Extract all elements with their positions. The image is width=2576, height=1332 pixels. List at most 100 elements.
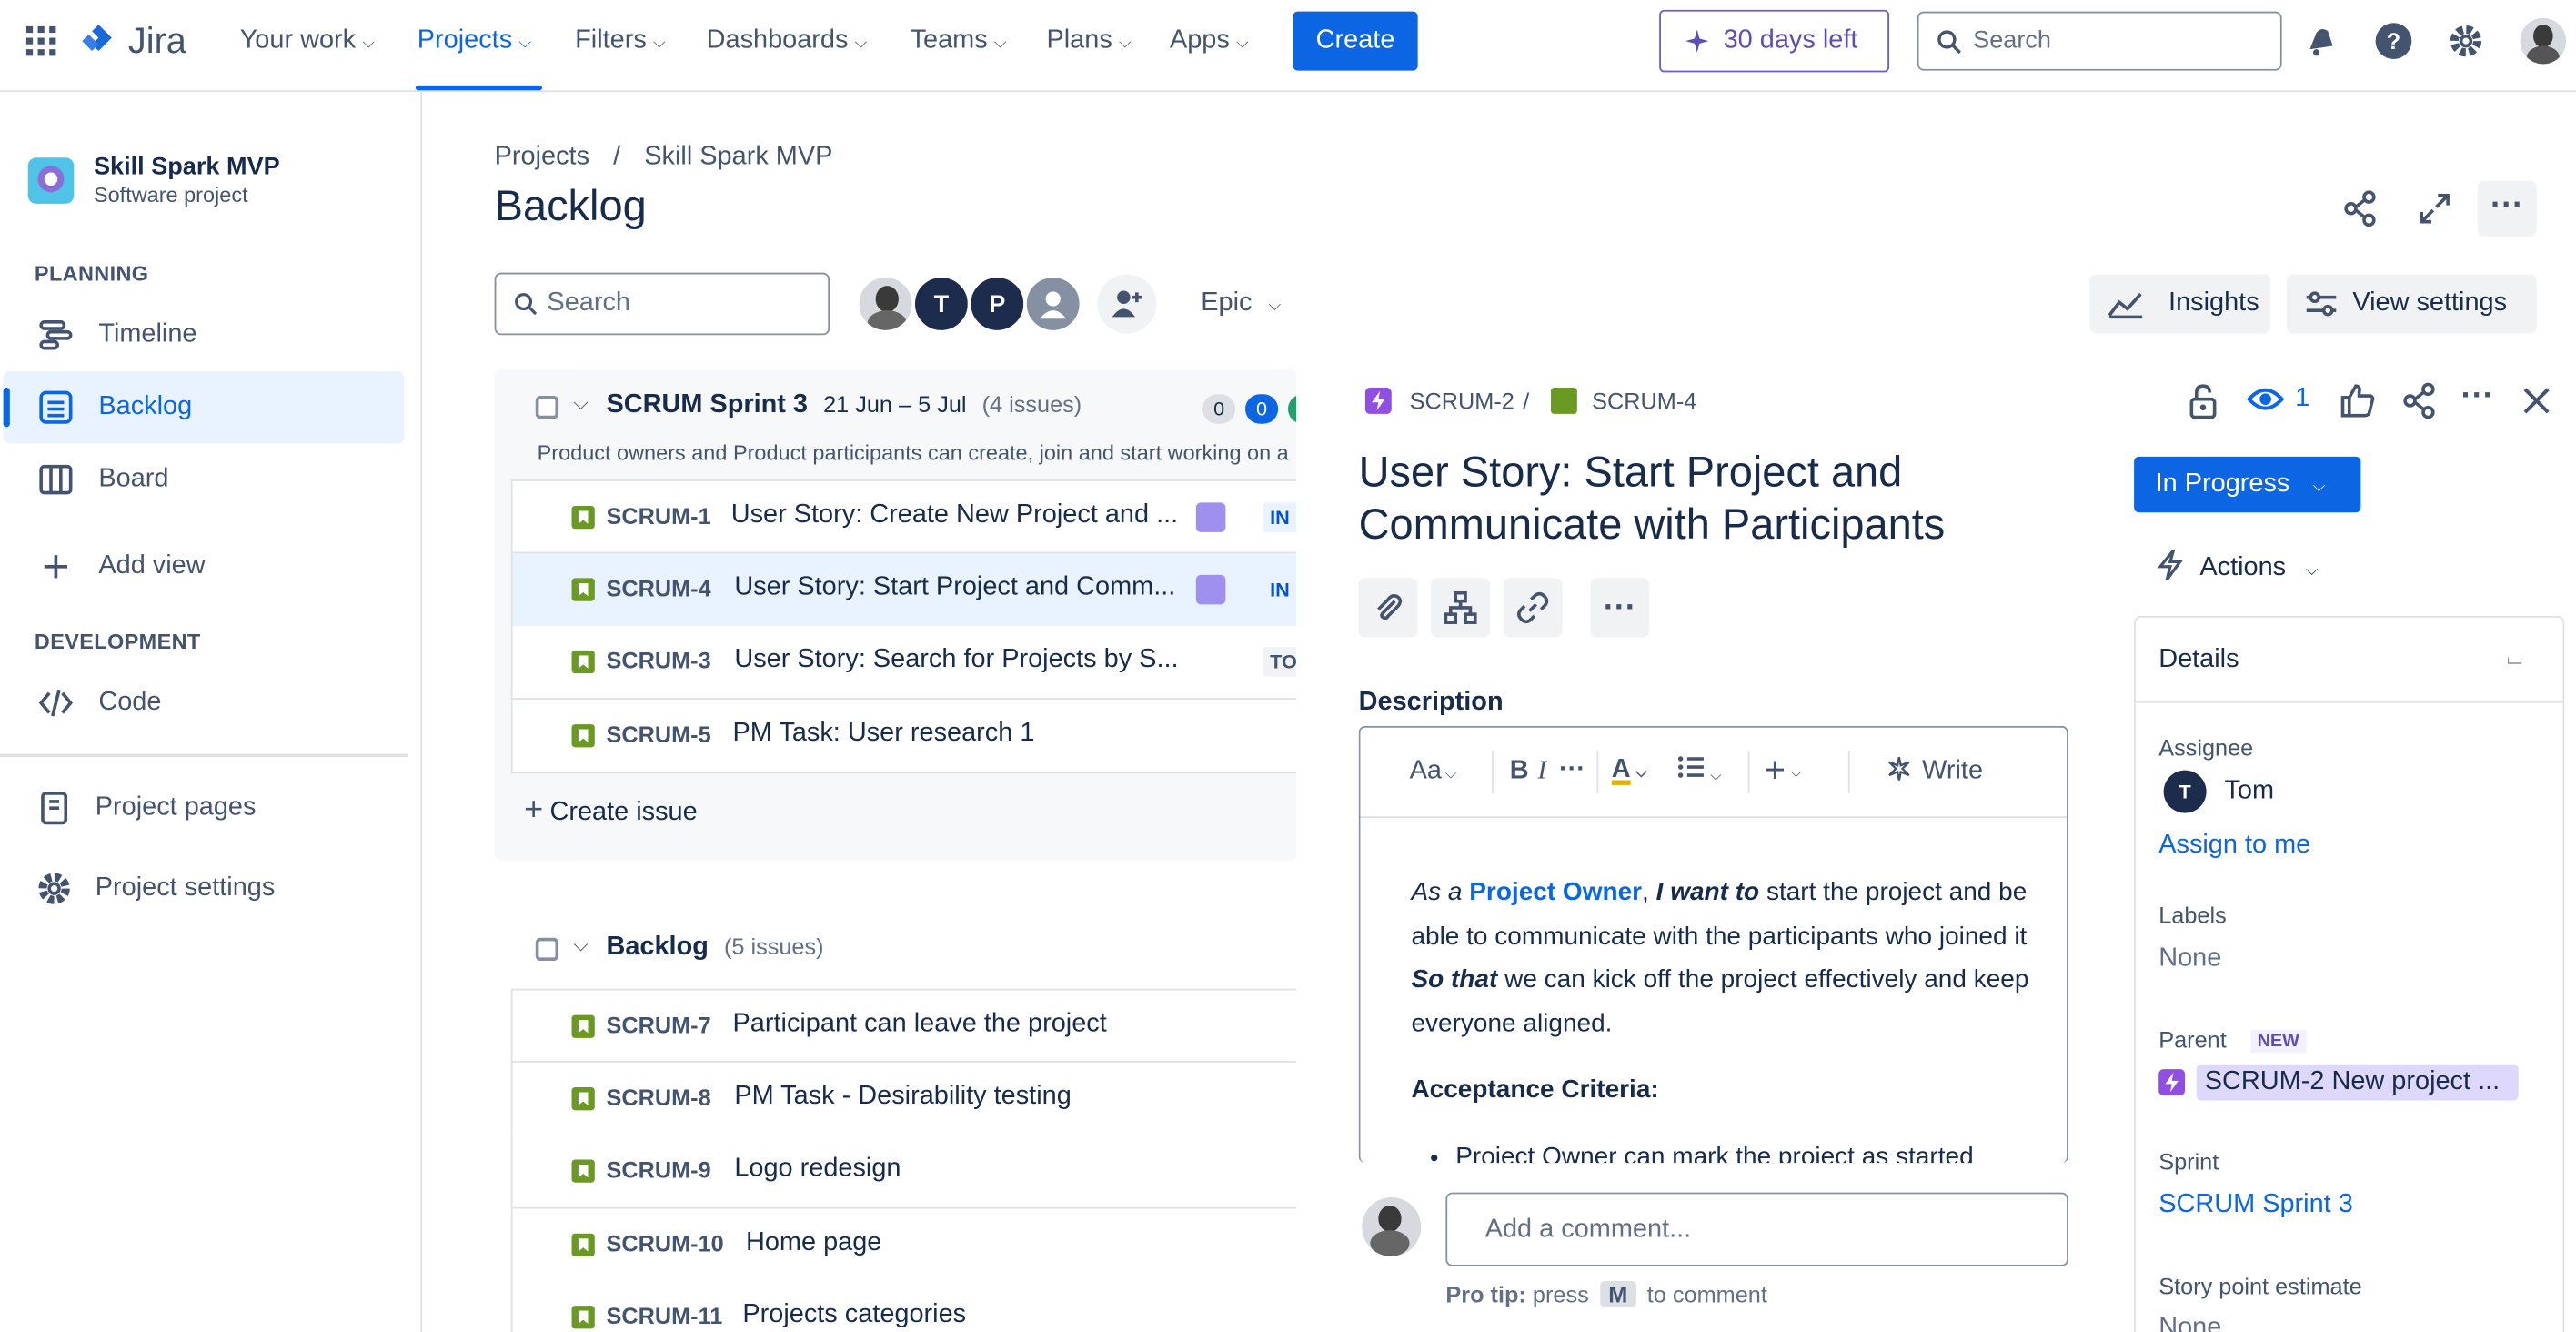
issue-key[interactable]: SCRUM-7 <box>606 1012 710 1038</box>
table-row[interactable]: SCRUM-8 PM Task - Desirability testing <box>510 1062 1316 1137</box>
nav-your-work[interactable]: Your work ⌵ <box>240 0 375 82</box>
avatar-user-photo[interactable] <box>855 274 915 334</box>
write-ai-button[interactable]: Write <box>1886 755 1983 786</box>
epic-filter[interactable]: Epic ⌵ <box>1201 289 1281 318</box>
labels-value[interactable]: None <box>2158 944 2221 974</box>
trial-button[interactable]: 30 days left <box>1659 9 1890 73</box>
issue-key[interactable]: SCRUM-9 <box>606 1156 710 1183</box>
chevron-down-icon[interactable]: ⌵ <box>573 933 588 957</box>
story-points-value[interactable]: None <box>2158 1314 2221 1332</box>
parent-issue-key[interactable]: SCRUM-2 <box>1410 388 1514 414</box>
avatar-p[interactable]: P <box>967 274 1027 334</box>
watch-button[interactable]: 1 <box>2246 381 2309 418</box>
table-row[interactable]: SCRUM-11 Projects categories <box>510 1281 1316 1332</box>
sidebar-item-timeline[interactable]: Timeline <box>4 299 405 371</box>
assignee-value[interactable]: Tom <box>2224 777 2274 806</box>
search-icon <box>515 293 538 316</box>
actions-button[interactable]: Actions ⌵ <box>2157 549 2319 583</box>
nav-dashboards[interactable]: Dashboards ⌵ <box>707 0 868 82</box>
table-row[interactable]: SCRUM-5 PM Task: User research 1 <box>510 700 1316 774</box>
child-issue-button[interactable] <box>1431 578 1491 638</box>
description-editor[interactable]: Aa ⌵ B I ··· A ⌵ ⌵ + ⌵ Write As a Project O… <box>1358 725 2068 1164</box>
nav-filters[interactable]: Filters ⌵ <box>575 0 666 82</box>
app-switcher-icon[interactable] <box>20 20 63 63</box>
nav-teams[interactable]: Teams ⌵ <box>911 0 1007 82</box>
create-issue-button[interactable]: + Create issue <box>524 792 698 830</box>
backlog-checkbox[interactable] <box>535 937 559 962</box>
avatar-unassigned[interactable] <box>1023 274 1083 334</box>
table-row[interactable]: SCRUM-10 Home page <box>510 1208 1316 1283</box>
link-issue-button[interactable] <box>1503 578 1563 638</box>
issue-key[interactable]: SCRUM-4 <box>606 575 710 601</box>
sidebar-item-label: Backlog <box>98 392 193 421</box>
italic-button[interactable]: I <box>1538 757 1547 786</box>
assign-to-me-link[interactable]: Assign to me <box>2158 831 2310 860</box>
commenter-avatar <box>1362 1196 1422 1256</box>
more-options-icon[interactable]: ··· <box>2454 378 2501 416</box>
sidebar-item-backlog[interactable]: Backlog <box>3 370 405 444</box>
user-avatar[interactable] <box>2520 17 2567 65</box>
sprint-checkbox[interactable] <box>535 396 559 419</box>
insert-button[interactable]: + ⌵ <box>1765 749 1802 792</box>
project-avatar[interactable] <box>27 157 75 204</box>
help-icon[interactable]: ? <box>2372 20 2415 63</box>
nav-projects[interactable]: Projects ⌵ <box>418 0 531 82</box>
table-row[interactable]: SCRUM-9 Logo redesign <box>510 1135 1316 1209</box>
breadcrumb-project[interactable]: Skill Spark MVP <box>644 143 832 171</box>
close-icon[interactable] <box>2515 379 2558 422</box>
table-row[interactable]: SCRUM-1 User Story: Create New Project a… <box>510 479 1316 554</box>
jira-logo[interactable]: Jira <box>79 20 186 63</box>
bold-button[interactable]: B <box>1510 757 1529 786</box>
sidebar-item-project-settings[interactable]: Project settings <box>4 853 405 924</box>
issue-key[interactable]: SCRUM-10 <box>606 1230 723 1256</box>
more-actions-button[interactable]: ··· <box>1590 578 1650 638</box>
sidebar-item-board[interactable]: Board <box>4 443 405 515</box>
text-color-button[interactable]: A ⌵ <box>1612 755 1647 784</box>
description-content[interactable]: As a Project Owner, I want to start the … <box>1411 873 2035 1163</box>
create-button[interactable]: Create <box>1293 11 1418 71</box>
lock-icon[interactable] <box>2182 379 2225 422</box>
nav-apps[interactable]: Apps ⌵ <box>1170 0 1249 82</box>
breadcrumb-projects[interactable]: Projects <box>495 143 589 171</box>
attachment-button[interactable] <box>1358 578 1418 638</box>
backlog-search-input[interactable]: Search <box>494 272 830 336</box>
settings-icon[interactable] <box>2444 20 2487 63</box>
parent-value[interactable]: SCRUM-2 New project ... <box>2196 1064 2519 1101</box>
table-row[interactable]: SCRUM-7 Participant can leave the projec… <box>510 988 1316 1063</box>
table-row[interactable]: SCRUM-4 User Story: Start Project and Co… <box>510 553 1316 628</box>
sidebar-item-project-pages[interactable]: Project pages <box>4 772 405 843</box>
issue-key[interactable]: SCRUM-8 <box>606 1084 710 1110</box>
status-button[interactable]: In Progress ⌵ <box>2134 456 2361 513</box>
issue-key[interactable]: SCRUM-11 <box>606 1303 722 1329</box>
share-icon[interactable] <box>2340 187 2382 230</box>
expand-icon[interactable] <box>2413 187 2456 230</box>
story-icon <box>571 578 595 601</box>
view-settings-button[interactable]: View settings <box>2287 274 2537 334</box>
sprint-name: SCRUM Sprint 3 <box>606 390 809 419</box>
global-search-input[interactable]: Search <box>1917 11 2282 71</box>
sidebar-item-code[interactable]: Code <box>4 667 405 739</box>
issue-title[interactable]: User Story: Start Project and Communicat… <box>1359 445 2049 550</box>
sidebar-item-add-view[interactable]: Add view <box>4 530 405 602</box>
avatar-t[interactable]: T <box>911 274 971 334</box>
notifications-icon[interactable] <box>2300 20 2343 63</box>
thumbs-up-icon[interactable] <box>2336 379 2379 422</box>
text-style-button[interactable]: Aa ⌵ <box>1410 757 1456 786</box>
insights-button[interactable]: Insights <box>2089 274 2271 334</box>
more-options-icon[interactable]: ··· <box>2477 180 2537 237</box>
issue-key[interactable]: SCRUM-5 <box>606 721 710 747</box>
nav-plans[interactable]: Plans ⌵ <box>1046 0 1131 82</box>
comment-input[interactable]: Add a comment... <box>1445 1192 2068 1266</box>
issue-key[interactable]: SCRUM-4 <box>1592 388 1696 414</box>
add-people-button[interactable] <box>1097 274 1157 334</box>
table-row[interactable]: SCRUM-3 User Story: Search for Projects … <box>510 625 1316 701</box>
share-icon[interactable] <box>2399 379 2441 422</box>
list-button[interactable]: ⌵ <box>1677 754 1721 789</box>
sprint-header: SCRUM Sprint 3 21 Jun – 5 Jul (4 issues) <box>606 391 1082 420</box>
sprint-value[interactable]: SCRUM Sprint 3 <box>2158 1191 2353 1220</box>
issue-key[interactable]: SCRUM-3 <box>606 647 710 673</box>
more-formatting-button[interactable]: ··· <box>1559 755 1585 784</box>
issue-key[interactable]: SCRUM-1 <box>606 502 710 529</box>
details-header[interactable]: Details ⌴ <box>2135 618 2563 703</box>
chevron-down-icon[interactable]: ⌵ <box>573 391 588 416</box>
